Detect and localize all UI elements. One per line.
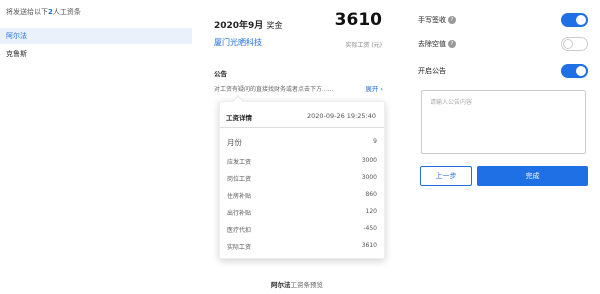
header-prefix: 将发送给以下 xyxy=(6,8,48,16)
amount-label: 实际工资 (元) xyxy=(345,42,382,49)
detail-row-label: 实际工资 xyxy=(227,244,252,251)
detail-row-value: 9 xyxy=(373,138,377,145)
detail-row-value: 3610 xyxy=(361,242,377,249)
toggle-knob xyxy=(576,15,586,25)
detail-row-label: 月份 xyxy=(227,138,242,147)
remove-empty-toggle[interactable] xyxy=(561,37,588,51)
handwritten-signature-toggle[interactable] xyxy=(561,13,588,27)
detail-row-value: 3000 xyxy=(361,174,377,181)
detail-row-value: 120 xyxy=(365,208,377,215)
setting-enable-notice: 开启公告 xyxy=(418,64,588,78)
setting-remove-empty: 去除空值? xyxy=(418,37,588,51)
detail-row-label: 应发工资 xyxy=(227,159,252,166)
expand-label: 展开 xyxy=(365,85,379,93)
detail-row-value: 3000 xyxy=(361,157,377,164)
bonus-label: 奖金 xyxy=(266,21,283,30)
chevron-right-icon: › xyxy=(380,85,383,93)
detail-row: 住房补贴 860 xyxy=(227,191,377,203)
payslip-month: 2020年9月 奖金 xyxy=(214,18,282,31)
preview-caption: 阿尔法工资条预览 xyxy=(271,279,323,289)
detail-time: 2020-09-26 19:25:40 xyxy=(306,112,376,120)
toggle-knob xyxy=(563,39,573,49)
toggle-knob xyxy=(576,66,586,76)
expand-link[interactable]: 展开 › xyxy=(365,83,383,93)
detail-row-label: 医疗代扣 xyxy=(227,227,252,234)
done-button[interactable]: 完成 xyxy=(477,166,588,186)
detail-row-value: -450 xyxy=(363,225,377,232)
setting-handwritten-signature: 手写签收? xyxy=(418,13,588,27)
detail-header: 工资详情 2020-09-26 19:25:40 xyxy=(220,102,384,128)
enable-notice-toggle[interactable] xyxy=(561,64,588,78)
detail-row-label: 岗位工资 xyxy=(227,176,252,183)
notice-title: 公告 xyxy=(214,70,227,78)
payslip-preview: 2020年9月 奖金 3610 厦门光晒科技 实际工资 (元) 公告 对工资有疑… xyxy=(212,0,387,294)
setting-label: 开启公告 xyxy=(418,66,446,76)
detail-row: 应发工资 3000 xyxy=(227,157,377,169)
detail-row-label: 出行补贴 xyxy=(227,210,252,217)
setting-label-text: 开启公告 xyxy=(418,67,446,75)
month-text: 2020年9月 xyxy=(214,21,264,31)
settings-panel: 手写签收? 去除空值? 开启公告 上一步 完成 xyxy=(418,0,600,294)
preview-suffix: 工资条预览 xyxy=(290,281,324,289)
notice-text: 对工资有疑问的直接找财务或者点击下方...... xyxy=(214,86,334,93)
salary-detail-popover: 工资详情 2020-09-26 19:25:40 月份 9 应发工资 3000 … xyxy=(219,95,385,259)
detail-row: 岗位工资 3000 xyxy=(227,174,377,186)
detail-row: 出行补贴 120 xyxy=(227,208,377,220)
recipient-panel: 将发送给以下2人工资条 阿尔法 克鲁斯 xyxy=(0,0,192,294)
preview-name: 阿尔法 xyxy=(271,281,291,289)
setting-label: 去除空值? xyxy=(418,39,456,49)
help-icon[interactable]: ? xyxy=(448,16,456,24)
detail-row: 医疗代扣 -450 xyxy=(227,225,377,237)
setting-label-text: 去除空值 xyxy=(418,40,446,48)
previous-step-button[interactable]: 上一步 xyxy=(420,166,472,186)
detail-row-value: 860 xyxy=(365,191,377,198)
detail-row: 月份 9 xyxy=(227,138,377,150)
header-suffix: 人工资条 xyxy=(52,8,81,16)
setting-label-text: 手写签收 xyxy=(418,16,446,24)
recipient-item[interactable]: 克鲁斯 xyxy=(0,46,192,62)
recipient-item[interactable]: 阿尔法 xyxy=(0,28,192,44)
company-name: 厦门光晒科技 xyxy=(214,38,262,47)
detail-row-label: 住房补贴 xyxy=(227,193,252,200)
setting-label: 手写签收? xyxy=(418,15,456,25)
payslip-send-dialog: 将发送给以下2人工资条 阿尔法 克鲁斯 2020年9月 奖金 3610 厦门光晒… xyxy=(0,0,600,294)
notice-input[interactable] xyxy=(421,90,586,154)
detail-title: 工资详情 xyxy=(226,114,252,122)
recipient-count-header: 将发送给以下2人工资条 xyxy=(6,7,81,17)
detail-row: 实际工资 3610 xyxy=(227,242,377,254)
net-amount: 3610 xyxy=(334,10,382,30)
help-icon[interactable]: ? xyxy=(448,40,456,48)
